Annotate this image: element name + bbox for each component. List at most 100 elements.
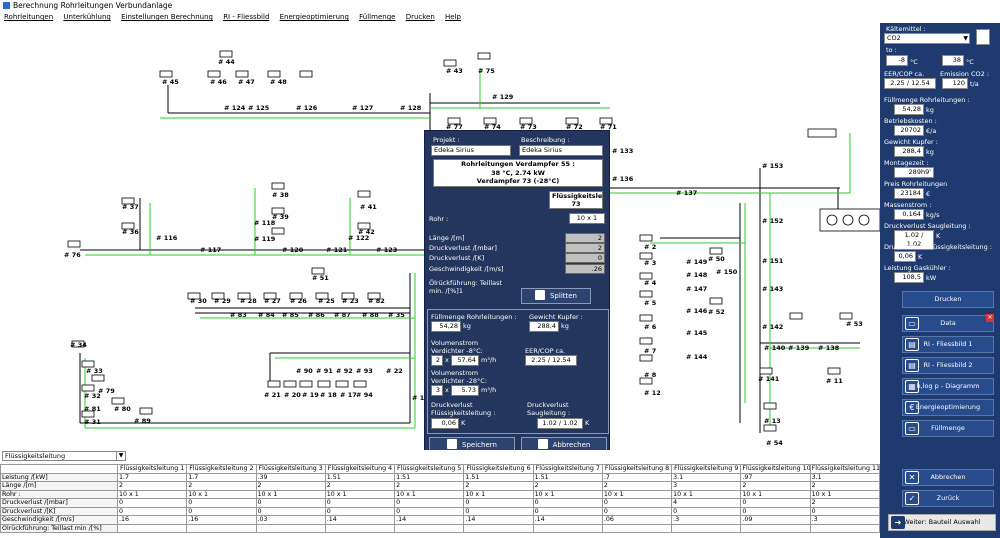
node-label[interactable]: # 32: [84, 392, 101, 400]
node-label[interactable]: # 126: [296, 104, 317, 112]
node-label[interactable]: # 44: [218, 58, 235, 66]
table-cell[interactable]: 0: [186, 498, 257, 508]
column-header[interactable]: Flüssigkeitsleitung 11: [809, 464, 881, 474]
node-label[interactable]: # 2: [644, 243, 656, 251]
table-cell[interactable]: 1.51: [324, 472, 396, 482]
table-cell[interactable]: 2: [255, 481, 326, 491]
table-cell[interactable]: [463, 523, 534, 533]
table-cell[interactable]: 3.1: [671, 472, 742, 482]
node-label[interactable]: # 48: [270, 78, 287, 86]
table-cell[interactable]: 0: [186, 506, 257, 516]
table-cell[interactable]: 0: [671, 506, 742, 516]
table-cell[interactable]: [601, 523, 673, 533]
node-label[interactable]: # 129: [492, 93, 513, 101]
table-cell[interactable]: 10 x 1: [116, 489, 188, 499]
table-cell[interactable]: .03: [255, 515, 326, 525]
node-label[interactable]: # 26: [290, 297, 307, 305]
table-cell[interactable]: 0: [116, 498, 188, 508]
table-cell[interactable]: 0: [324, 506, 396, 516]
node-label[interactable]: # 81: [84, 405, 101, 413]
node-label[interactable]: # 149: [686, 258, 707, 266]
node-label[interactable]: # 88: [362, 311, 379, 319]
table-cell[interactable]: [116, 523, 188, 533]
table-cell[interactable]: .39: [255, 472, 326, 482]
column-header[interactable]: Flüssigkeitsleitung 2: [186, 464, 257, 474]
node-label[interactable]: # 146: [686, 307, 707, 315]
table-cell[interactable]: 0: [601, 498, 673, 508]
column-header[interactable]: Flüssigkeitsleitung 7: [532, 464, 603, 474]
table-cell[interactable]: 3.1: [809, 472, 881, 482]
table-cell[interactable]: .14: [463, 515, 534, 525]
table-cell[interactable]: [671, 523, 742, 533]
node-label[interactable]: # 11: [826, 377, 843, 385]
node-label[interactable]: # 8: [644, 371, 656, 379]
node-label[interactable]: # 23: [342, 297, 359, 305]
table-cell[interactable]: .3: [809, 515, 881, 525]
table-cell[interactable]: 2: [601, 481, 673, 491]
table-cell[interactable]: .16: [116, 515, 188, 525]
node-label[interactable]: # 148: [686, 271, 707, 279]
table-cell[interactable]: .16: [186, 515, 257, 525]
node-label[interactable]: # 150: [716, 268, 737, 276]
node-label[interactable]: # 51: [312, 274, 329, 282]
node-label[interactable]: # 19: [302, 391, 319, 399]
node-label[interactable]: # 20: [284, 391, 301, 399]
table-cell[interactable]: [255, 523, 326, 533]
table-cell[interactable]: 0: [740, 506, 811, 516]
table-cell[interactable]: 0: [532, 498, 603, 508]
table-cell[interactable]: .7: [601, 472, 673, 482]
ri-fliessbild-2-button[interactable]: ▤ RI - Fliessbild 2: [902, 357, 994, 374]
node-label[interactable]: # 36: [122, 228, 139, 236]
column-header[interactable]: Flüssigkeitsleitung 10: [740, 464, 811, 474]
menu-ri-fliessbild[interactable]: RI - Fliessbild: [223, 13, 269, 21]
node-label[interactable]: # 145: [686, 329, 707, 337]
node-label[interactable]: # 13: [764, 417, 781, 425]
column-header[interactable]: Flüssigkeitsleitung 4: [324, 464, 396, 474]
node-label[interactable]: # 34: [70, 341, 87, 349]
node-label[interactable]: # 46: [210, 78, 227, 86]
node-label[interactable]: # 140: [764, 344, 785, 352]
node-label[interactable]: # 37: [122, 203, 139, 211]
node-label[interactable]: # 90: [296, 367, 313, 375]
node-label[interactable]: # 22: [386, 367, 403, 375]
column-header[interactable]: Flüssigkeitsleitung 6: [463, 464, 534, 474]
fuellmenge-button[interactable]: ▭ Füllmenge: [902, 420, 994, 437]
node-label[interactable]: # 41: [360, 203, 377, 211]
menu-energieoptimierung[interactable]: Energieoptimierung: [280, 13, 349, 21]
ri-fliessbild-1-button[interactable]: ▤ RI - Fliessbild 1: [902, 336, 994, 353]
node-label[interactable]: # 91: [316, 367, 333, 375]
table-cell[interactable]: 0: [463, 498, 534, 508]
menu-fuellmenge[interactable]: Füllmenge: [359, 13, 395, 21]
node-label[interactable]: # 119: [254, 235, 275, 243]
table-cell[interactable]: .97: [740, 472, 811, 482]
menu-rohrleitungen[interactable]: Rohrleitungen: [4, 13, 53, 21]
table-cell[interactable]: 10 x 1: [394, 489, 465, 499]
rohr-select[interactable]: 10 x 1: [569, 213, 605, 224]
node-label[interactable]: # 75: [478, 67, 495, 75]
table-cell[interactable]: 0: [394, 506, 465, 516]
node-label[interactable]: # 122: [348, 234, 369, 242]
table-cell[interactable]: 10 x 1: [324, 489, 396, 499]
node-label[interactable]: # 30: [190, 297, 207, 305]
node-label[interactable]: # 29: [214, 297, 231, 305]
table-cell[interactable]: 0: [255, 498, 326, 508]
table-cell[interactable]: [186, 523, 257, 533]
table-cell[interactable]: .06: [601, 515, 673, 525]
node-label[interactable]: # 21: [264, 391, 281, 399]
node-label[interactable]: # 1: [412, 394, 424, 402]
vol2-count[interactable]: 3: [431, 385, 443, 396]
table-cell[interactable]: .14: [324, 515, 396, 525]
tc-value[interactable]: 38: [942, 55, 964, 66]
node-label[interactable]: # 136: [612, 175, 633, 183]
table-cell[interactable]: 2: [463, 481, 534, 491]
node-label[interactable]: # 151: [762, 257, 783, 265]
node-label[interactable]: # 27: [264, 297, 281, 305]
node-label[interactable]: # 82: [368, 297, 385, 305]
table-cell[interactable]: 0: [255, 506, 326, 516]
table-cell[interactable]: 3: [671, 481, 742, 491]
table-cell[interactable]: 0: [809, 506, 881, 516]
node-label[interactable]: # 137: [676, 189, 697, 197]
table-cell[interactable]: .09: [740, 515, 811, 525]
node-label[interactable]: # 80: [114, 405, 131, 413]
node-label[interactable]: # 47: [238, 78, 255, 86]
